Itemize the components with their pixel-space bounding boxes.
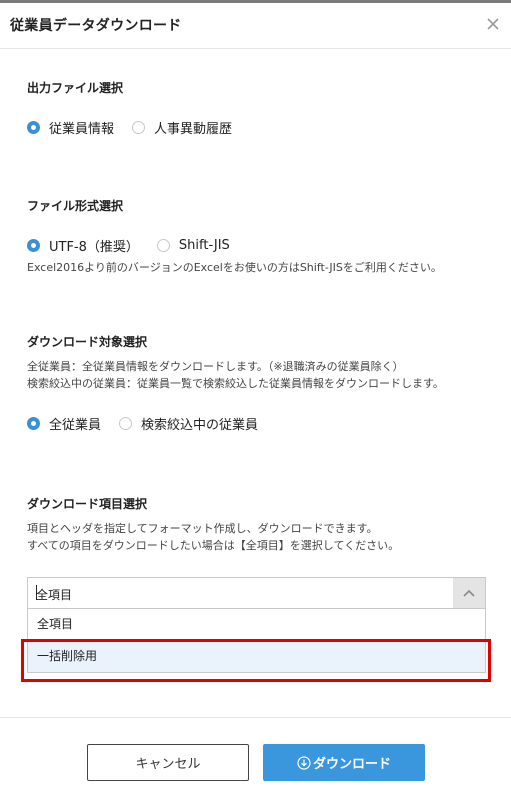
output-file-heading: 出力ファイル選択 (27, 81, 124, 95)
download-dialog: 従業員データダウンロード 出力ファイル選択 従業員情報 人事異動履歴 ファイル形… (0, 0, 511, 793)
radio-checked-icon (27, 417, 40, 430)
dialog-header: 従業員データダウンロード (0, 3, 511, 49)
download-target-heading: ダウンロード対象選択 (27, 335, 148, 349)
file-format-note: Excel2016より前のバージョンのExcelをお使いの方はShift-JIS… (27, 261, 442, 274)
select-toggle-button[interactable] (453, 578, 485, 608)
dropdown-option-all-items[interactable]: 全項目 (28, 609, 485, 641)
radio-shift-jis-label: Shift-JIS (178, 238, 230, 253)
download-button[interactable]: ダウンロード (263, 744, 425, 781)
radio-utf8[interactable]: UTF-8（推奨） (27, 236, 139, 255)
radio-transfer-history[interactable]: 人事異動履歴 (132, 118, 232, 137)
select-current-value: 全項目 (36, 588, 73, 602)
dropdown-options-list: 全項目 一括削除用 (27, 609, 486, 673)
output-file-radio-group: 従業員情報 人事異動履歴 (27, 118, 250, 137)
cancel-button[interactable]: キャンセル (87, 744, 249, 781)
radio-unchecked-icon (156, 239, 170, 252)
download-items-select[interactable]: 全項目 (27, 577, 486, 609)
download-target-desc-1: 全従業員：全従業員情報をダウンロードします。（※退職済みの従業員除く） (27, 360, 404, 373)
download-items-heading: ダウンロード項目選択 (27, 497, 148, 511)
radio-employee-info[interactable]: 従業員情報 (27, 118, 114, 137)
download-icon (297, 755, 311, 770)
radio-filtered-employees-label: 検索絞込中の従業員 (141, 418, 259, 433)
radio-checked-icon (27, 121, 40, 134)
radio-filtered-employees[interactable]: 検索絞込中の従業員 (119, 414, 258, 433)
radio-checked-icon (27, 239, 40, 252)
file-format-heading: ファイル形式選択 (27, 199, 124, 213)
radio-all-employees-label: 全従業員 (49, 418, 102, 433)
radio-all-employees[interactable]: 全従業員 (27, 414, 101, 433)
dropdown-option-bulk-delete[interactable]: 一括削除用 (28, 641, 485, 672)
download-button-label: ダウンロード (312, 757, 391, 772)
download-target-desc-2: 検索絞込中の従業員：従業員一覧で検索絞込した従業員情報をダウンロードします。 (27, 377, 444, 390)
cancel-button-label: キャンセル (135, 757, 201, 772)
download-target-radio-group: 全従業員 検索絞込中の従業員 (27, 414, 276, 433)
footer-divider (0, 717, 511, 718)
radio-unchecked-icon (132, 121, 146, 134)
radio-unchecked-icon (119, 417, 133, 430)
download-items-desc-1: 項目とヘッダを指定してフォーマット作成し、ダウンロードできます。 (27, 522, 378, 535)
close-icon[interactable] (485, 16, 501, 32)
download-items-desc-2: すべての項目をダウンロードしたい場合は【全項目】を選択してください。 (27, 539, 400, 552)
radio-utf8-label: UTF-8（推奨） (49, 240, 139, 255)
radio-shift-jis[interactable]: Shift-JIS (156, 238, 230, 253)
chevron-up-icon (463, 589, 475, 597)
radio-employee-info-label: 従業員情報 (49, 122, 115, 137)
dialog-title: 従業員データダウンロード (10, 18, 182, 34)
radio-transfer-history-label: 人事異動履歴 (154, 122, 233, 137)
file-format-radio-group: UTF-8（推奨） Shift-JIS (27, 236, 248, 255)
